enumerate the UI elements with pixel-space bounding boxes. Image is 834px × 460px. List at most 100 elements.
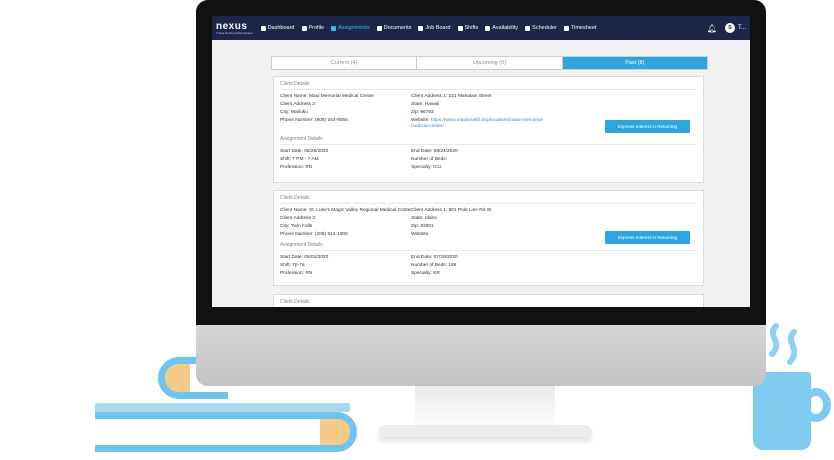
- divider: [280, 203, 697, 204]
- detail-row: Profession: RN Specialty: ICU: [280, 164, 697, 172]
- client-city: City: Wailuku: [280, 110, 308, 115]
- assignment-card: Client Details Client Name: Maui Memoria…: [273, 76, 704, 183]
- detail-row: Start Date: 05/01/2020 End Date: 07/29/2…: [280, 254, 697, 262]
- website-label: Website:: [411, 118, 430, 123]
- nav-label: Profile: [308, 25, 325, 31]
- end-date: End Date: 08/24/2020: [411, 149, 458, 154]
- marketing-scene: nexus Travel Nursing Marketplace Dashboa…: [0, 0, 834, 460]
- client-city: City: Twin Falls: [280, 224, 313, 229]
- client-name: Client Name: St. Luke's Magic Valley Reg…: [280, 208, 411, 213]
- profession: Profession: RN: [280, 165, 313, 170]
- nav-item-assignments[interactable]: Assignments: [331, 25, 370, 31]
- dashboard-icon: [260, 25, 266, 31]
- book-bottom-decoration: [95, 412, 357, 452]
- detail-row: Client Address 2: State: Idaho: [280, 215, 697, 223]
- availability-icon: [485, 25, 491, 31]
- nav-right: 🔔︎ S T...: [707, 23, 746, 33]
- website-link[interactable]: https://www.mauihealth.org/locations/mau…: [411, 118, 543, 129]
- monitor-chin: [196, 325, 766, 386]
- steam-icon: [769, 323, 798, 365]
- job-board-icon: [418, 25, 424, 31]
- client-details-title: Client Details: [280, 81, 310, 87]
- tab-upcoming[interactable]: Upcoming (0): [417, 57, 563, 69]
- nav-item-documents[interactable]: Documents: [376, 25, 412, 31]
- divider: [280, 144, 697, 145]
- nexus-logo[interactable]: nexus Travel Nursing Marketplace: [216, 21, 253, 35]
- client-zip: Zip: 96793: [411, 110, 434, 115]
- documents-icon: [376, 25, 382, 31]
- client-address-1: Client Address 1: 801 Pole Line Rd W: [411, 208, 492, 213]
- nav-item-dashboard[interactable]: Dashboard: [260, 25, 295, 31]
- detail-row: City: Wailuku Zip: 96793: [280, 109, 697, 117]
- top-navbar: nexus Travel Nursing Marketplace Dashboa…: [212, 16, 750, 40]
- number-of-beds: Number of Beds:: [411, 157, 447, 162]
- detail-row: Shift: 7 PM - 7 AM Number of Beds:: [280, 156, 697, 164]
- client-zip: Zip: 83301: [411, 224, 434, 229]
- logo-tagline: Travel Nursing Marketplace: [216, 30, 253, 35]
- book-top-pages: [165, 364, 190, 392]
- assignment-card: Client Details: [273, 294, 704, 307]
- nav-label: Documents: [383, 25, 412, 31]
- detail-row: City: Twin Falls Zip: 83301: [280, 223, 697, 231]
- nav-item-job-board[interactable]: Job Board: [418, 25, 451, 31]
- nav-item-availability[interactable]: Availability: [485, 25, 518, 31]
- profession: Profession: RN: [280, 271, 313, 276]
- nav-label: Shifts: [464, 25, 479, 31]
- nav-label: Assignments: [338, 25, 370, 31]
- express-interest-button[interactable]: Express Interest in Returning: [605, 120, 690, 133]
- client-address-2: Client Address 2:: [280, 216, 317, 221]
- coffee-mug-decoration: [753, 372, 811, 450]
- detail-row: Client Address 2: State: Hawaii: [280, 101, 697, 109]
- specialty: Specialty: ER: [411, 271, 440, 276]
- nav-label: Dashboard: [267, 25, 295, 31]
- divider: [280, 89, 697, 90]
- client-website: Website: https://www.mauihealth.org/loca…: [411, 117, 556, 130]
- assignments-icon: [331, 25, 337, 31]
- shift: Shift: 7 PM - 7 AM: [280, 157, 319, 162]
- specialty: Specialty: ICU: [411, 165, 442, 170]
- client-address-1: Client Address 1: 221 Mahalani Street: [411, 94, 492, 99]
- start-date: Start Date: 05/01/2020: [280, 255, 329, 260]
- nav-item-timesheet[interactable]: Timesheet: [563, 25, 597, 31]
- shift: Shift: 7p-7a: [280, 263, 305, 268]
- scheduler-icon: [525, 25, 531, 31]
- detail-row: Client Name: St. Luke's Magic Valley Reg…: [280, 207, 697, 215]
- tab-past[interactable]: Past (8): [562, 57, 707, 69]
- app-screen: nexus Travel Nursing Marketplace Dashboa…: [212, 16, 750, 307]
- client-phone: Phone Number: (208) 814-1000: [280, 232, 348, 237]
- start-date: Start Date: 05/25/2020: [280, 149, 329, 154]
- nav-label: Timesheet: [570, 25, 597, 31]
- user-menu-label[interactable]: T...: [738, 25, 746, 31]
- divider: [280, 250, 697, 251]
- number-of-beds: Number of Beds: 186: [411, 263, 457, 268]
- website-label: Website:: [411, 232, 430, 237]
- monitor-foot: [378, 425, 592, 437]
- client-phone: Phone Number: (808) 244-9056: [280, 118, 348, 123]
- client-state: State: Idaho: [411, 216, 437, 221]
- nav-item-scheduler[interactable]: Scheduler: [525, 25, 557, 31]
- assignment-card: Client Details Client Name: St. Luke's M…: [273, 190, 704, 286]
- nav-label: Job Board: [425, 25, 451, 31]
- tab-current[interactable]: Current (4): [272, 57, 418, 69]
- book-bottom-cover: [95, 403, 350, 412]
- avatar[interactable]: S: [724, 23, 735, 33]
- client-state: State: Hawaii: [411, 102, 440, 107]
- shifts-icon: [457, 25, 463, 31]
- bell-icon[interactable]: 🔔︎: [707, 24, 717, 33]
- end-date: End Date: 07/29/2020: [411, 255, 458, 260]
- nav-label: Availability: [492, 25, 519, 31]
- nav-item-shifts[interactable]: Shifts: [457, 25, 479, 31]
- client-address-2: Client Address 2:: [280, 102, 317, 107]
- assignment-tabs: Current (4) Upcoming (0) Past (8): [271, 56, 708, 70]
- express-interest-button[interactable]: Express Interest in Returning: [605, 231, 690, 244]
- profile-icon: [301, 25, 307, 31]
- nav-item-profile[interactable]: Profile: [301, 25, 325, 31]
- detail-row: Client Name: Maui Memorial Medical Cente…: [280, 93, 697, 101]
- client-name: Client Name: Maui Memorial Medical Cente…: [280, 94, 375, 99]
- client-details-title: Client Details: [280, 299, 310, 305]
- detail-row: Profession: RN Specialty: ER: [280, 270, 697, 278]
- detail-row: Shift: 7p-7a Number of Beds: 186: [280, 262, 697, 270]
- timesheet-icon: [563, 25, 569, 31]
- nav-label: Scheduler: [532, 25, 557, 31]
- detail-row: Start Date: 05/25/2020 End Date: 08/24/2…: [280, 148, 697, 156]
